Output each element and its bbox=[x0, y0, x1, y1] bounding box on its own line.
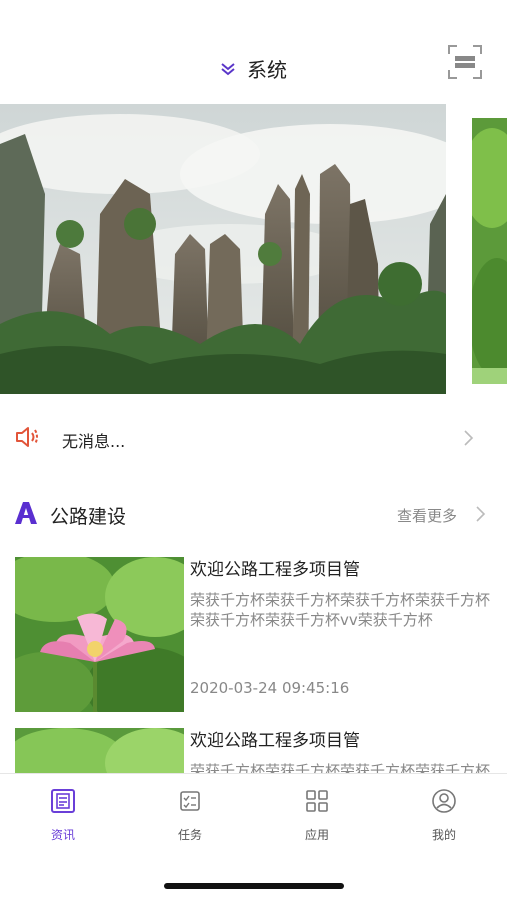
news-title: 欢迎公路工程多项目管 bbox=[190, 560, 360, 580]
news-icon bbox=[51, 789, 75, 813]
top-bar: 系统 bbox=[0, 0, 507, 104]
news-thumbnail bbox=[15, 557, 184, 712]
system-switcher[interactable]: 系统 bbox=[0, 54, 507, 83]
notice-bar[interactable]: 无消息... bbox=[0, 408, 507, 468]
chevron-right-icon[interactable] bbox=[474, 505, 486, 523]
notice-text: 无消息... bbox=[62, 432, 126, 451]
scan-icon[interactable] bbox=[447, 44, 483, 80]
tab-profile[interactable]: 我的 bbox=[381, 788, 507, 858]
highway-logo-icon bbox=[15, 502, 37, 524]
banner-carousel[interactable] bbox=[0, 104, 507, 394]
tab-apps[interactable]: 应用 bbox=[254, 788, 380, 858]
apps-grid-icon bbox=[306, 790, 328, 812]
news-description: 荣获千方杯荣获千方杯荣获千方杯荣获千方杯荣获千方杯荣获千方杯vv荣获千方杯 bbox=[190, 591, 491, 629]
list-item[interactable]: 欢迎公路工程多项目管 荣获千方杯荣获千方杯荣获千方杯荣获千方杯荣获千方杯荣获千方… bbox=[0, 545, 507, 715]
view-more-link[interactable]: 查看更多 bbox=[397, 505, 457, 526]
section-header: 公路建设 查看更多 bbox=[0, 492, 507, 536]
profile-icon bbox=[432, 789, 456, 813]
page-title: 系统 bbox=[247, 58, 288, 82]
news-description: 荣获千方杯荣获千方杯荣获千方杯荣获千方杯荣获千方杯荣获千方杯 bbox=[190, 762, 491, 773]
banner-image-lotus-preview[interactable] bbox=[472, 118, 507, 384]
tab-label: 我的 bbox=[431, 828, 456, 842]
tab-label: 应用 bbox=[304, 828, 329, 842]
section-title: 公路建设 bbox=[50, 506, 127, 528]
list-item[interactable]: 欢迎公路工程多项目管 荣获千方杯荣获千方杯荣获千方杯荣获千方杯荣获千方杯荣获千方… bbox=[0, 716, 507, 773]
news-list[interactable]: 欢迎公路工程多项目管 荣获千方杯荣获千方杯荣获千方杯荣获千方杯荣获千方杯荣获千方… bbox=[0, 545, 507, 773]
news-title: 欢迎公路工程多项目管 bbox=[190, 731, 360, 751]
tab-tasks[interactable]: 任务 bbox=[127, 788, 253, 858]
chevron-down-icon bbox=[221, 62, 235, 75]
speaker-icon bbox=[16, 427, 38, 447]
chevron-right-icon bbox=[464, 430, 474, 446]
task-icon bbox=[180, 791, 200, 811]
banner-image-mountains[interactable] bbox=[0, 104, 446, 394]
news-thumbnail bbox=[15, 728, 184, 773]
home-indicator bbox=[164, 883, 344, 889]
tab-label: 任务 bbox=[177, 828, 202, 842]
tab-news[interactable]: 资讯 bbox=[0, 788, 126, 858]
tab-label: 资讯 bbox=[50, 828, 75, 842]
news-date: 2020-03-24 09:45:16 bbox=[190, 679, 350, 697]
bottom-tab-bar: 资讯 任务 应用 我的 bbox=[0, 773, 507, 901]
